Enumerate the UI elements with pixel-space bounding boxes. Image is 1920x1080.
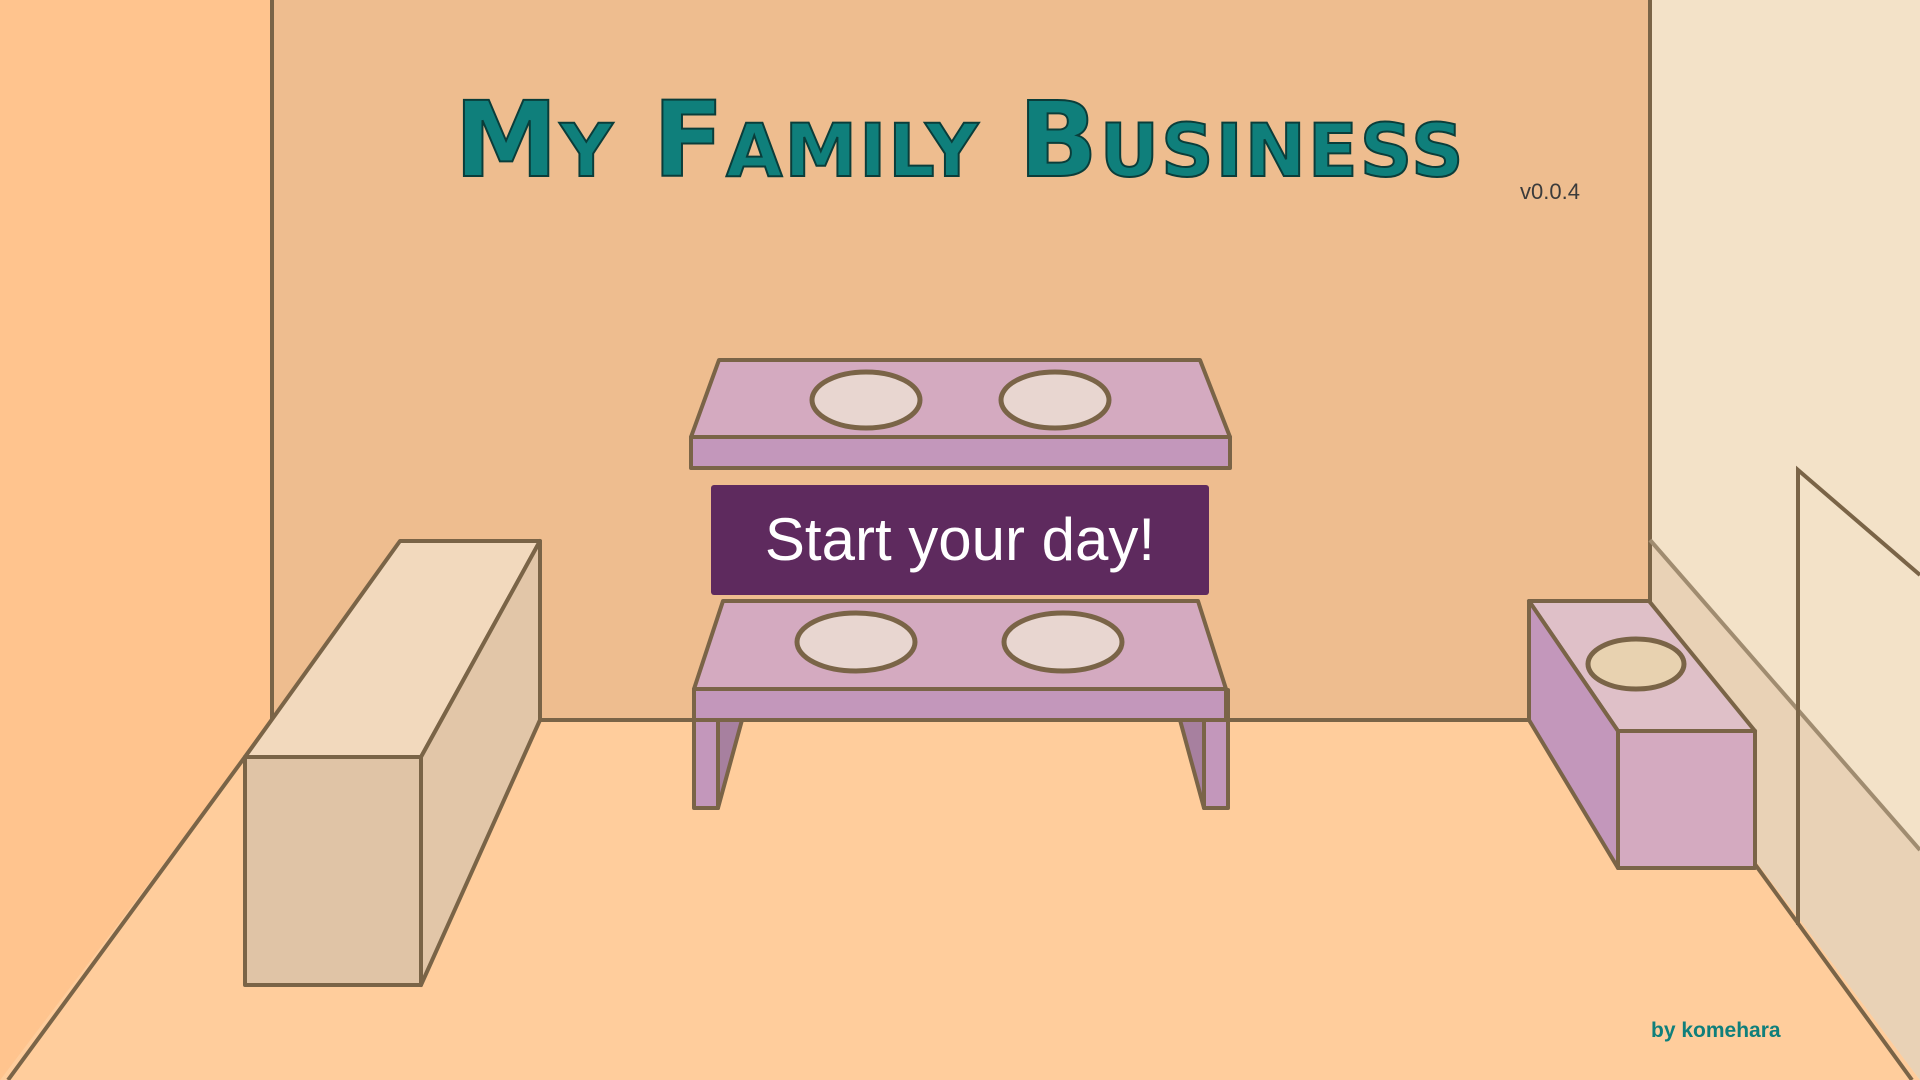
plate <box>1001 610 1125 674</box>
start-day-button[interactable]: Start your day! <box>711 485 1209 595</box>
author-credit: by komehara <box>1651 1019 1781 1042</box>
upper-table <box>689 358 1232 470</box>
plate <box>809 369 923 431</box>
version-label: v0.0.4 <box>1520 179 1580 204</box>
plate <box>794 610 918 674</box>
bowl <box>1585 636 1687 692</box>
plate <box>998 369 1112 431</box>
game-title: My Family Business <box>453 79 1466 201</box>
